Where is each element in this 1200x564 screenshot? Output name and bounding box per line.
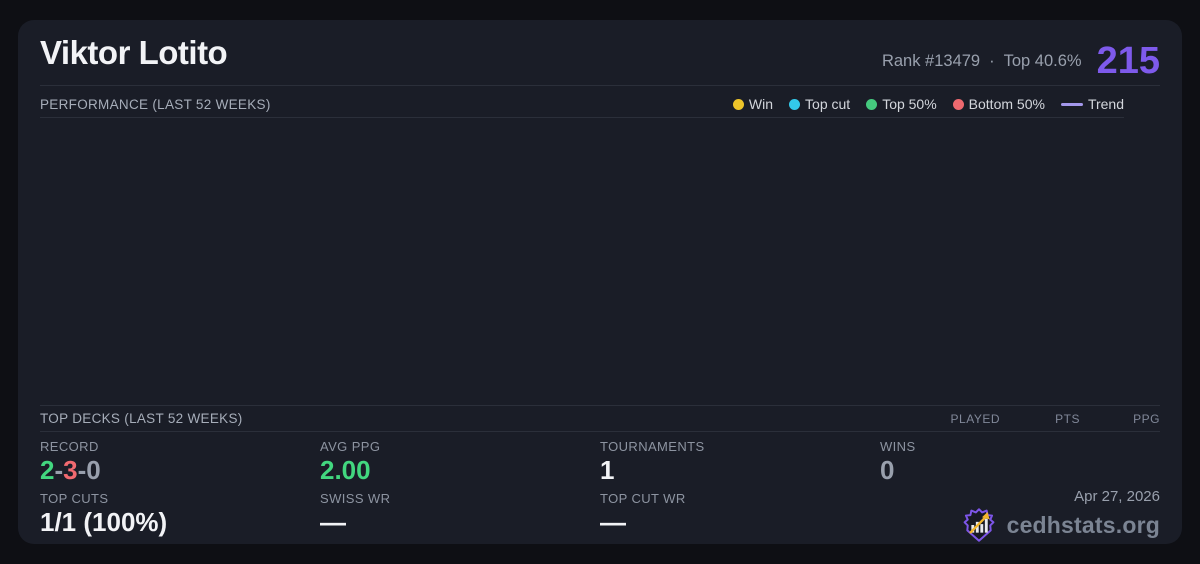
chart-legend: Win Top cut Top 50% Bottom 50% Trend [733, 96, 1124, 112]
stat-cell-tournaments: TOURNAMENTS 1 TOP CUT WR — [600, 438, 880, 538]
column-header-pts: PTS [1000, 412, 1080, 426]
top-decks-columns: PLAYED PTS PPG [920, 412, 1160, 426]
top-cut-wr-value: — [600, 507, 880, 538]
rank-text: Rank #13479 [882, 52, 980, 71]
top-percent-text: Top 40.6% [1004, 52, 1082, 71]
column-header-played: PLAYED [920, 412, 1000, 426]
stat-cell-record: RECORD 2-3-0 TOP CUTS 1/1 (100%) [40, 438, 320, 538]
rank-separator: · [989, 52, 995, 71]
top-decks-header: TOP DECKS (LAST 52 WEEKS) PLAYED PTS PPG [40, 406, 1160, 431]
bottom-50-dot-icon [953, 99, 964, 110]
legend-label: Win [749, 96, 773, 112]
cedhstats-shield-logo-icon [960, 507, 998, 543]
performance-header: PERFORMANCE (LAST 52 WEEKS) Win Top cut … [40, 90, 1160, 118]
swiss-wr-value: — [320, 507, 600, 538]
record-wins: 2 [40, 455, 54, 485]
column-header-ppg: PPG [1080, 412, 1160, 426]
top-decks-divider-bottom [40, 431, 1160, 432]
record-losses: 3 [63, 455, 77, 485]
performance-section-title: PERFORMANCE (LAST 52 WEEKS) [40, 97, 271, 112]
points-value: 215 [1097, 42, 1160, 80]
legend-label: Top cut [805, 96, 850, 112]
record-label: RECORD [40, 438, 320, 455]
record-value: 2-3-0 [40, 455, 320, 486]
player-stats-card: Viktor Lotito Rank #13479 · Top 40.6% 21… [18, 20, 1182, 544]
rank-line: Rank #13479 · Top 40.6% [882, 52, 1082, 71]
rank-summary: Rank #13479 · Top 40.6% 215 [882, 42, 1160, 80]
record-draws: 0 [86, 455, 100, 485]
performance-chart [40, 118, 1124, 405]
trend-line-icon [1061, 103, 1083, 106]
record-sep: - [78, 455, 87, 485]
avg-ppg-value: 2.00 [320, 455, 600, 486]
top-decks-section-title: TOP DECKS (LAST 52 WEEKS) [40, 411, 243, 426]
legend-label: Top 50% [882, 96, 936, 112]
legend-item-top-50: Top 50% [866, 96, 936, 112]
top-cuts-label: TOP CUTS [40, 490, 320, 507]
tournaments-value: 1 [600, 455, 880, 486]
swiss-wr-label: SWISS WR [320, 490, 600, 507]
report-date: Apr 27, 2026 [1074, 488, 1160, 505]
wins-value: 0 [880, 455, 1160, 486]
top-cut-wr-label: TOP CUT WR [600, 490, 880, 507]
top-cut-dot-icon [789, 99, 800, 110]
tournaments-label: TOURNAMENTS [600, 438, 880, 455]
site-brand: cedhstats.org [960, 507, 1160, 543]
site-name: cedhstats.org [1007, 512, 1160, 539]
legend-item-win: Win [733, 96, 773, 112]
legend-item-trend: Trend [1061, 96, 1124, 112]
top-50-dot-icon [866, 99, 877, 110]
stat-cell-avg-ppg: AVG PPG 2.00 SWISS WR — [320, 438, 600, 538]
win-dot-icon [733, 99, 744, 110]
record-sep: - [54, 455, 63, 485]
legend-label: Bottom 50% [969, 96, 1045, 112]
avg-ppg-label: AVG PPG [320, 438, 600, 455]
top-cuts-value: 1/1 (100%) [40, 507, 320, 538]
legend-item-bottom-50: Bottom 50% [953, 96, 1045, 112]
legend-item-top-cut: Top cut [789, 96, 850, 112]
wins-label: WINS [880, 438, 1160, 455]
legend-label: Trend [1088, 96, 1124, 112]
header-divider [40, 85, 1160, 86]
page-title: Viktor Lotito [40, 34, 227, 72]
